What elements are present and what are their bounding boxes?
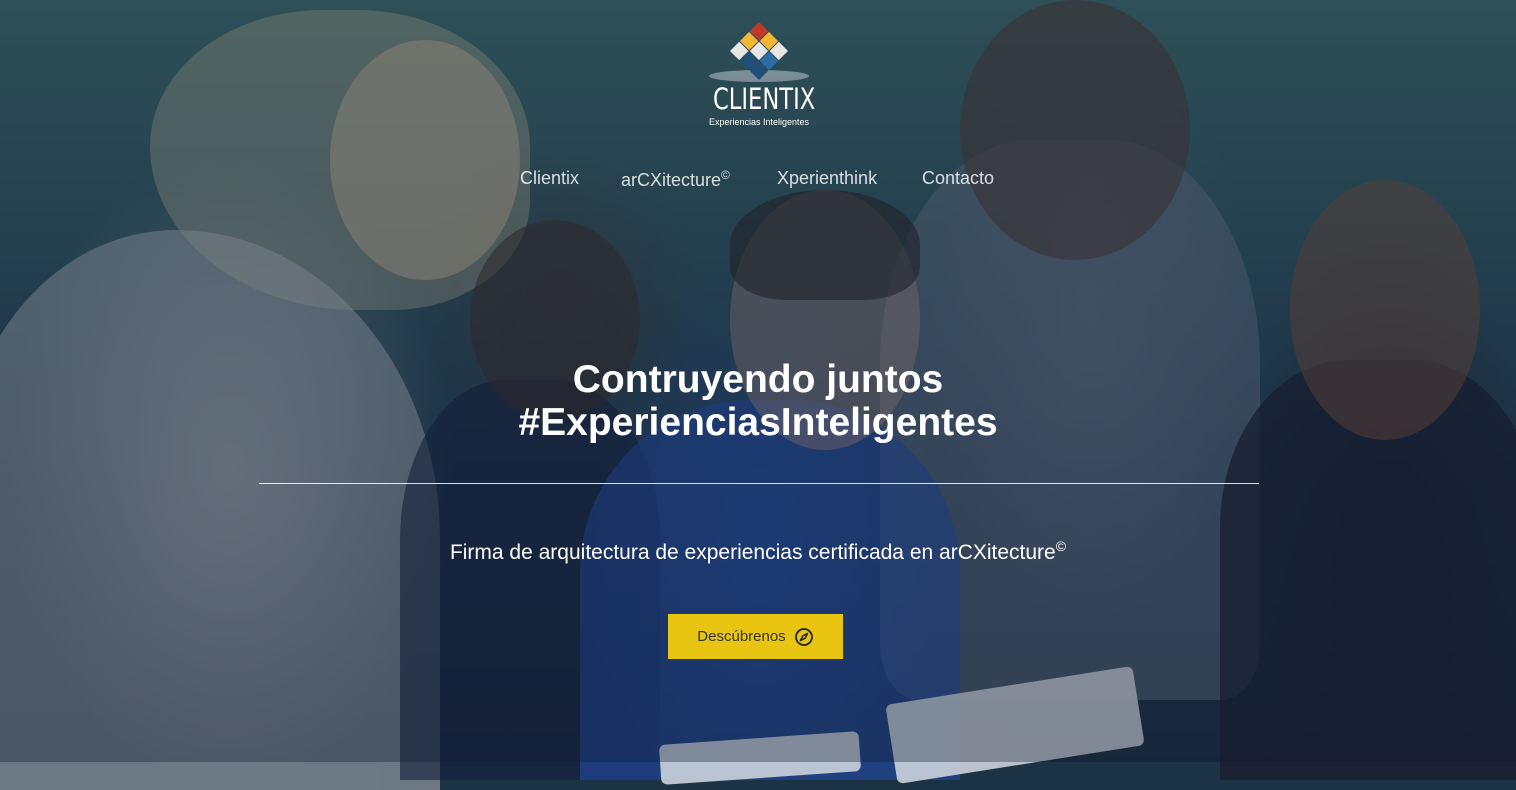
subheadline-text: Firma de arquitectura de experiencias ce…: [449, 541, 1056, 564]
nav-item-xperienthink[interactable]: Xperienthink: [777, 168, 877, 189]
headline-line-1: Contruyendo juntos: [572, 358, 944, 401]
copyright-mark: ©: [1055, 538, 1067, 554]
nav-item-label: arCXitecture: [621, 170, 722, 190]
hero-headline: Contruyendo juntos #ExperienciasIntelige…: [258, 358, 1258, 444]
brand-tagline: Experiencias Inteligentes: [708, 117, 810, 127]
discover-button-label: Descúbrenos: [697, 628, 786, 645]
headline-line-2: #ExperienciasInteligentes: [518, 401, 998, 444]
hero-subheadline: Firma de arquitectura de experiencias ce…: [258, 533, 1258, 566]
hero-divider: [259, 483, 1259, 484]
compass-icon: [794, 627, 814, 647]
discover-button[interactable]: Descúbrenos: [668, 614, 843, 659]
nav-item-contacto[interactable]: Contacto: [922, 168, 994, 189]
brand-name: CLIENTIX: [712, 82, 816, 116]
nav-item-arcxitecture[interactable]: arCXitecture©: [621, 168, 730, 191]
nav-item-label: Xperienthink: [777, 168, 878, 188]
logo-mark-icon: [709, 22, 809, 82]
nav-item-clientix[interactable]: Clientix: [520, 168, 579, 189]
main-nav: Clientix arCXitecture© Xperienthink Cont…: [0, 168, 1516, 194]
nav-item-label: Contacto: [922, 168, 995, 188]
site-logo[interactable]: CLIENTIX Experiencias Inteligentes: [700, 18, 818, 133]
nav-item-label: Clientix: [520, 168, 580, 188]
copyright-mark: ©: [721, 168, 730, 182]
